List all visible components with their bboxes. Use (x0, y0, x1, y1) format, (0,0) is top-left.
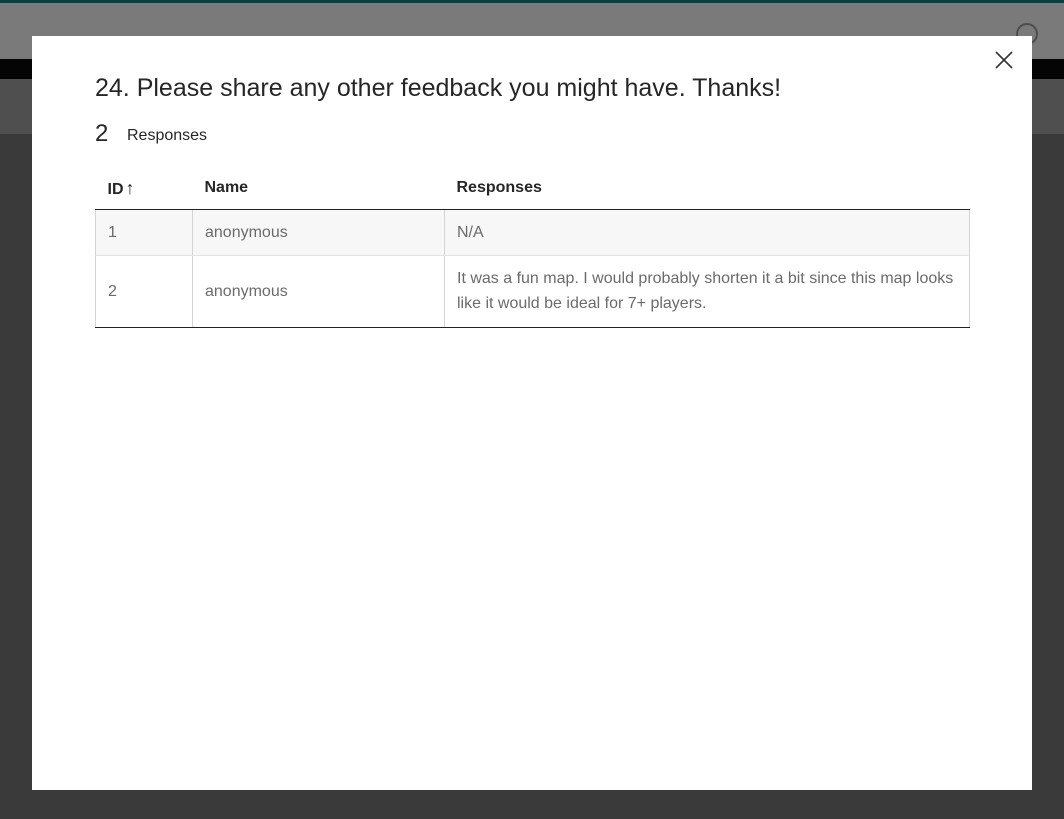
close-button[interactable] (990, 46, 1018, 74)
responses-dialog: 24. Please share any other feedback you … (32, 36, 1032, 790)
table-row[interactable]: 2 anonymous It was a fun map. I would pr… (95, 255, 970, 328)
column-header-name-label: Name (204, 179, 249, 197)
sort-ascending-icon: ↑ (125, 177, 135, 198)
response-count-label: Responses (127, 127, 208, 144)
column-header-id-label: ID (107, 180, 124, 198)
question-title: 24. Please share any other feedback you … (95, 74, 782, 102)
cell-id: 1 (95, 209, 193, 256)
cell-name: anonymous (192, 209, 445, 256)
cell-id: 2 (95, 255, 193, 328)
column-header-name[interactable]: Name (192, 168, 445, 210)
column-header-id[interactable]: ID ↑ (95, 168, 193, 210)
close-icon (995, 51, 1013, 69)
cell-response: N/A (444, 209, 970, 256)
table-row[interactable]: 1 anonymous N/A (95, 209, 970, 256)
responses-table: ID ↑ Name Responses 1 anonymous N/A 2 ano… (95, 168, 970, 328)
cell-name: anonymous (192, 255, 445, 328)
cell-response: It was a fun map. I would probably short… (444, 255, 970, 328)
response-count: 2 (95, 120, 109, 147)
column-header-responses[interactable]: Responses (444, 168, 970, 210)
table-header-row: ID ↑ Name Responses (95, 168, 970, 210)
column-header-responses-label: Responses (456, 179, 542, 197)
